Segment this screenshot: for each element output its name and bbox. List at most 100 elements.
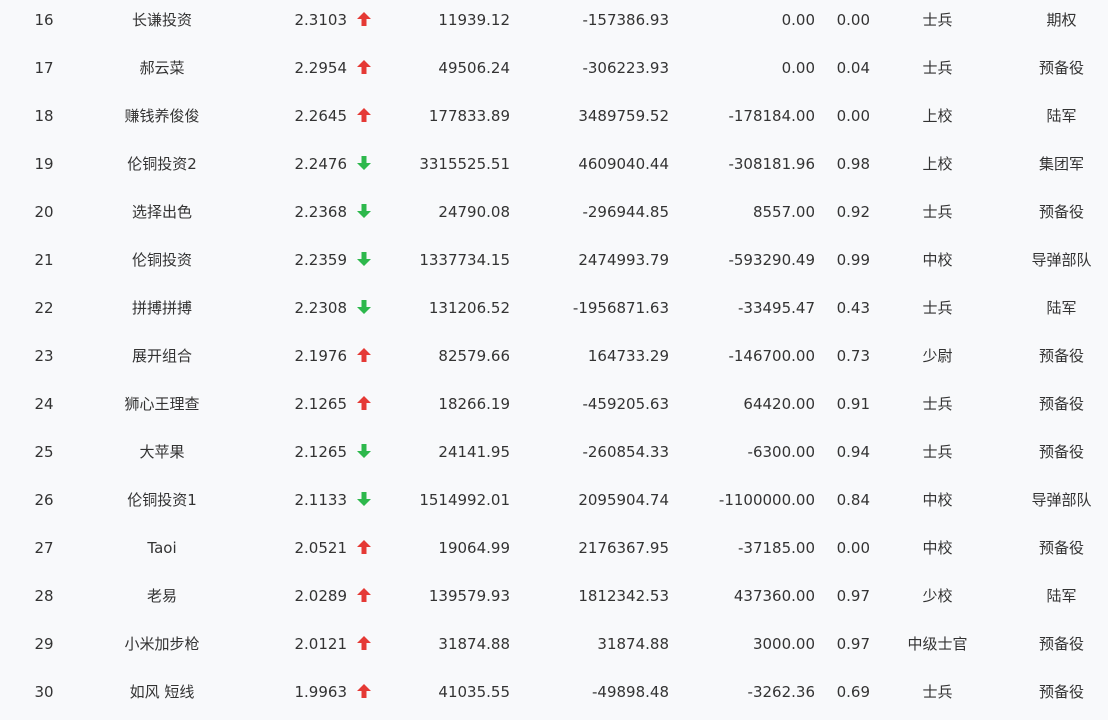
arrow-up-icon [356, 624, 374, 672]
position-cell: -3262.36 [747, 683, 815, 701]
table-row[interactable]: 29 小米加步枪 2.0121 31874.88 31874.88 3000.0… [0, 624, 1108, 672]
name-cell[interactable]: Taoi [92, 528, 232, 576]
arrow-up-icon [356, 528, 374, 576]
table-row[interactable]: 22 拼搏拼搏 2.2308 131206.52 -1956871.63 -33… [0, 288, 1108, 336]
ratio-cell: 0.43 [836, 299, 870, 317]
arrow-up-icon [356, 48, 374, 96]
level-cell: 少尉 [922, 347, 953, 365]
rank-cell: 30 [34, 683, 54, 701]
level-cell: 上校 [922, 155, 953, 173]
value-cell: 1.9963 [294, 683, 348, 701]
table-row[interactable]: 25 大苹果 2.1265 24141.95 -260854.33 -6300.… [0, 432, 1108, 480]
name-cell[interactable]: 选择出色 [92, 192, 232, 240]
table-row[interactable]: 21 伦铜投资 2.2359 1337734.15 2474993.79 -59… [0, 240, 1108, 288]
position-cell: -33495.47 [738, 299, 815, 317]
name-cell[interactable]: 伦铜投资 [92, 240, 232, 288]
amount-cell: 24141.95 [438, 443, 510, 461]
ratio-cell: 0.69 [836, 683, 870, 701]
value-cell: 2.1265 [294, 443, 348, 461]
name-cell[interactable]: 狮心王理查 [92, 384, 232, 432]
pnl-cell: 164733.29 [587, 347, 669, 365]
table-row[interactable]: 23 展开组合 2.1976 82579.66 164733.29 -14670… [0, 336, 1108, 384]
rank-cell: 27 [34, 539, 54, 557]
pnl-cell: -1956871.63 [572, 299, 669, 317]
ratio-cell: 0.84 [836, 491, 870, 509]
table-row[interactable]: 24 狮心王理查 2.1265 18266.19 -459205.63 6442… [0, 384, 1108, 432]
pnl-cell: -296944.85 [582, 203, 669, 221]
level-cell: 少校 [922, 587, 953, 605]
table-row[interactable]: 26 伦铜投资1 2.1133 1514992.01 2095904.74 -1… [0, 480, 1108, 528]
value-cell: 2.3103 [294, 11, 348, 29]
value-cell: 2.0521 [294, 539, 348, 557]
name-cell[interactable]: 老易 [92, 576, 232, 624]
ratio-cell: 0.97 [836, 635, 870, 653]
type-cell: 期权 [1046, 11, 1077, 29]
pnl-cell: 2176367.95 [578, 539, 669, 557]
table-row[interactable]: 17 郝云菜 2.2954 49506.24 -306223.93 0.00 0… [0, 48, 1108, 96]
level-cell: 中校 [922, 491, 953, 509]
type-cell: 预备役 [1038, 635, 1084, 653]
amount-cell: 139579.93 [428, 587, 510, 605]
table-row[interactable]: 30 如风 短线 1.9963 41035.55 -49898.48 -3262… [0, 672, 1108, 720]
arrow-down-icon [356, 432, 374, 480]
amount-cell: 11939.12 [438, 11, 510, 29]
name-cell[interactable]: 拼搏拼搏 [92, 288, 232, 336]
level-cell: 士兵 [922, 203, 953, 221]
amount-cell: 3315525.51 [419, 155, 510, 173]
level-cell: 士兵 [922, 395, 953, 413]
level-cell: 士兵 [922, 683, 953, 701]
ratio-cell: 0.00 [836, 11, 870, 29]
name-cell[interactable]: 伦铜投资1 [92, 480, 232, 528]
name-cell[interactable]: 如风 短线 [92, 672, 232, 720]
position-cell: 64420.00 [743, 395, 815, 413]
table-row[interactable]: 18 赚钱养俊俊 2.2645 177833.89 3489759.52 -17… [0, 96, 1108, 144]
name-cell[interactable]: 展开组合 [92, 336, 232, 384]
rank-cell: 26 [34, 491, 54, 509]
level-cell: 中校 [922, 251, 953, 269]
table-row[interactable]: 20 选择出色 2.2368 24790.08 -296944.85 8557.… [0, 192, 1108, 240]
value-cell: 2.0289 [294, 587, 348, 605]
pnl-cell: -260854.33 [582, 443, 669, 461]
name-cell[interactable]: 伦铜投资2 [92, 144, 232, 192]
arrow-down-icon [356, 192, 374, 240]
value-cell: 2.2368 [294, 203, 348, 221]
name-cell[interactable]: 郝云菜 [92, 48, 232, 96]
name-cell[interactable]: 大苹果 [92, 432, 232, 480]
level-cell: 士兵 [922, 443, 953, 461]
rank-cell: 16 [34, 11, 54, 29]
rank-cell: 20 [34, 203, 54, 221]
rank-cell: 24 [34, 395, 54, 413]
arrow-down-icon [356, 144, 374, 192]
ratio-cell: 0.94 [836, 443, 870, 461]
value-cell: 2.2476 [294, 155, 348, 173]
name-cell[interactable]: 赚钱养俊俊 [92, 96, 232, 144]
arrow-up-icon [356, 0, 374, 48]
position-cell: -178184.00 [728, 107, 815, 125]
type-cell: 预备役 [1038, 539, 1084, 557]
table-row[interactable]: 16 长谦投资 2.3103 11939.12 -157386.93 0.00 … [0, 0, 1108, 48]
rank-cell: 21 [34, 251, 54, 269]
rank-cell: 19 [34, 155, 54, 173]
pnl-cell: 2095904.74 [578, 491, 669, 509]
position-cell: -593290.49 [728, 251, 815, 269]
pnl-cell: -306223.93 [582, 59, 669, 77]
value-cell: 2.1976 [294, 347, 348, 365]
table-row[interactable]: 19 伦铜投资2 2.2476 3315525.51 4609040.44 -3… [0, 144, 1108, 192]
level-cell: 上校 [922, 107, 953, 125]
value-cell: 2.2645 [294, 107, 348, 125]
table-row[interactable]: 27 Taoi 2.0521 19064.99 2176367.95 -3718… [0, 528, 1108, 576]
level-cell: 中校 [922, 539, 953, 557]
level-cell: 士兵 [922, 11, 953, 29]
position-cell: -6300.00 [747, 443, 815, 461]
arrow-down-icon [356, 240, 374, 288]
table-row[interactable]: 28 老易 2.0289 139579.93 1812342.53 437360… [0, 576, 1108, 624]
position-cell: -308181.96 [728, 155, 815, 173]
pnl-cell: 1812342.53 [578, 587, 669, 605]
name-cell[interactable]: 小米加步枪 [92, 624, 232, 672]
name-cell[interactable]: 长谦投资 [92, 0, 232, 48]
ratio-cell: 0.73 [836, 347, 870, 365]
level-cell: 士兵 [922, 299, 953, 317]
position-cell: 8557.00 [752, 203, 815, 221]
arrow-down-icon [356, 480, 374, 528]
value-cell: 2.0121 [294, 635, 348, 653]
